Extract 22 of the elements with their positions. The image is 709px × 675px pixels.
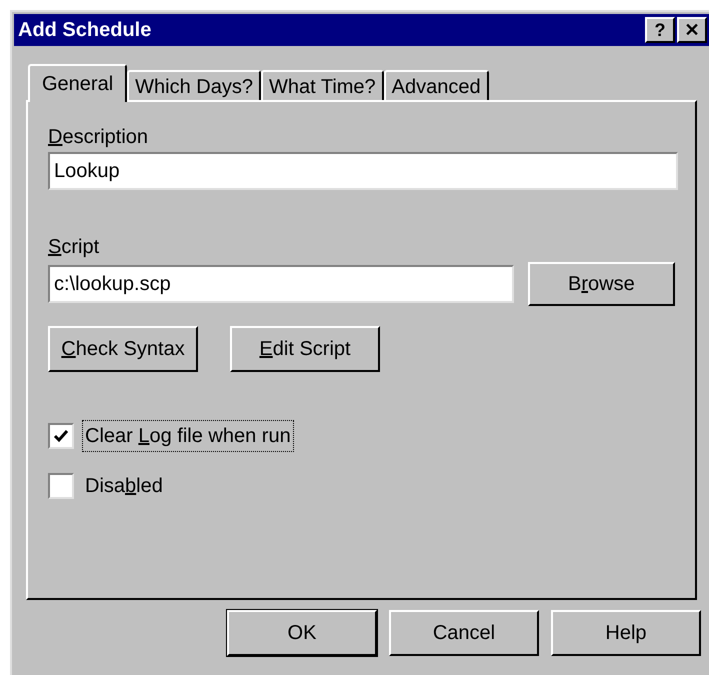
browse-button[interactable]: Browse — [528, 262, 675, 306]
tab[interactable]: General — [28, 64, 128, 102]
checkbox[interactable] — [48, 423, 74, 449]
script-action-button[interactable]: Check Syntax — [48, 326, 198, 372]
checkbox-label[interactable]: Clear Log file when run — [82, 420, 294, 452]
description-field[interactable]: Lookup — [48, 152, 678, 190]
tab[interactable]: What Time? — [260, 70, 384, 102]
checkmark-icon — [53, 428, 69, 444]
close-button[interactable]: ✕ — [677, 17, 707, 43]
dialog-button[interactable]: Help — [551, 610, 701, 656]
tab[interactable]: Which Days? — [127, 70, 261, 102]
window-title: Add Schedule — [18, 18, 152, 43]
dialog-button[interactable]: Cancel — [389, 610, 539, 656]
field-label: Script — [48, 235, 100, 260]
checkbox-label[interactable]: Disabled — [82, 470, 166, 502]
script-field[interactable]: c:\lookup.scp — [48, 265, 514, 303]
help-button[interactable]: ? — [645, 17, 675, 43]
field-label: Description — [48, 125, 150, 150]
checkbox[interactable] — [48, 473, 74, 499]
tab[interactable]: Advanced — [384, 70, 489, 102]
dialog-button[interactable]: OK — [227, 610, 377, 656]
script-action-button[interactable]: Edit Script — [230, 326, 380, 372]
